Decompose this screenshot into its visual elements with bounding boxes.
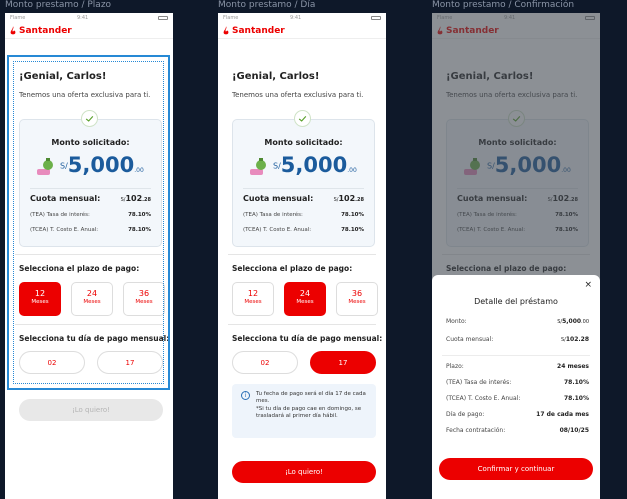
status-bar: Flame 9:41 (5, 13, 173, 23)
dia-option-02[interactable]: 02 (232, 351, 298, 374)
detail-title: Detalle del préstamo (474, 297, 558, 306)
status-time: 9:41 (77, 15, 89, 21)
cuota-value: S/102.28 (333, 194, 364, 203)
loan-card: Monto solicitado: S/5,000.00 Cuota mensu… (232, 119, 375, 247)
cuota-label: Cuota mensual: (243, 194, 314, 203)
frame-label-plazo: Monto prestamo / Plazo (5, 0, 112, 10)
detail-tea-label: (TEA) Tasa de interés: (446, 379, 512, 386)
detail-monto-label: Monto: (446, 318, 467, 325)
carrier-label: Flame (10, 15, 26, 21)
confirm-button[interactable]: Confirmar y continuar (439, 458, 593, 480)
detail-fecha-label: Fecha contratación: (446, 427, 506, 434)
tea-label: (TEA) Tasa de interés: (243, 212, 303, 218)
flame-icon (10, 26, 16, 35)
header-divider (5, 38, 173, 39)
greeting-subtitle: Tenemos una oferta exclusiva para ti. (232, 91, 364, 99)
flame-icon (223, 26, 229, 35)
detail-dia-value: 17 de cada mes (536, 411, 589, 418)
plazo-option-36[interactable]: 36 Meses (336, 282, 378, 316)
info-line-1: Tu fecha de pago será el día 17 de cada … (256, 391, 366, 404)
check-icon (81, 110, 98, 127)
phone-confirmacion: Flame 9:41 Santander ¡Genial, Carlos! Te… (432, 13, 600, 499)
plazo-option-12[interactable]: 12 Meses (232, 282, 274, 316)
loan-detail-sheet: × Detalle del préstamo Monto: S/5,000.00… (432, 275, 600, 499)
detail-plazo-label: Plazo: (446, 363, 464, 370)
header-divider (218, 38, 386, 39)
detail-monto-value: S/5,000.00 (557, 318, 589, 325)
detail-divider (442, 355, 590, 356)
detail-tcea-label: (TCEA) T. Costo E. Anual: (446, 395, 521, 402)
info-icon: i (241, 391, 250, 400)
phone-plazo: Flame 9:41 Santander ¡Genial, Carlos! Te… (5, 13, 173, 499)
battery-icon (371, 16, 381, 20)
greeting-title: ¡Genial, Carlos! (232, 71, 320, 82)
tcea-label: (TCEA) T. Costo E. Anual: (243, 227, 312, 233)
plazo-label: Selecciona el plazo de pago: (232, 264, 353, 273)
section-divider (228, 254, 376, 255)
tcea-value: 78.10% (341, 227, 364, 233)
status-time: 9:41 (290, 15, 302, 21)
payment-info-box: i Tu fecha de pago será el día 17 de cad… (232, 384, 376, 438)
money-bag-icon (250, 158, 266, 175)
phone-dia: Flame 9:41 Santander ¡Genial, Carlos! Te… (218, 13, 386, 499)
status-bar: Flame 9:41 (218, 13, 386, 23)
detail-cuota-label: Cuota mensual: (446, 336, 494, 343)
brand-header: Santander (5, 23, 173, 39)
brand-header: Santander (218, 23, 386, 39)
dia-option-17[interactable]: 17 (310, 351, 376, 374)
detail-fecha-value: 08/10/25 (559, 427, 589, 434)
detail-plazo-value: 24 meses (557, 363, 589, 370)
battery-icon (158, 16, 168, 20)
carrier-label: Flame (223, 15, 239, 21)
loan-amount: S/5,000.00 (273, 153, 357, 177)
brand-name: Santander (232, 26, 285, 36)
frame-label-dia: Monto prestamo / Día (218, 0, 316, 10)
detail-tea-value: 78.10% (564, 379, 589, 386)
dia-label: Selecciona tu día de pago mensual: (232, 334, 383, 343)
detail-dia-label: Día de pago: (446, 411, 485, 418)
close-icon[interactable]: × (584, 280, 592, 290)
tea-value: 78.10% (341, 212, 364, 218)
plazo-option-24[interactable]: 24 Meses (284, 282, 326, 316)
detail-cuota-value: S/102.28 (560, 336, 589, 343)
info-line-2: *Si tu día de pago cae en domingo, se tr… (256, 406, 362, 419)
detail-tcea-value: 78.10% (564, 395, 589, 402)
section-divider (228, 324, 376, 325)
check-icon (294, 110, 311, 127)
loan-title: Monto solicitado: (264, 138, 343, 147)
card-divider (243, 188, 364, 189)
frame-label-confirmacion: Monto prestamo / Confirmación (432, 0, 575, 10)
lo-quiero-button[interactable]: ¡Lo quiero! (19, 399, 163, 421)
lo-quiero-button[interactable]: ¡Lo quiero! (232, 461, 376, 483)
brand-name: Santander (19, 26, 72, 36)
